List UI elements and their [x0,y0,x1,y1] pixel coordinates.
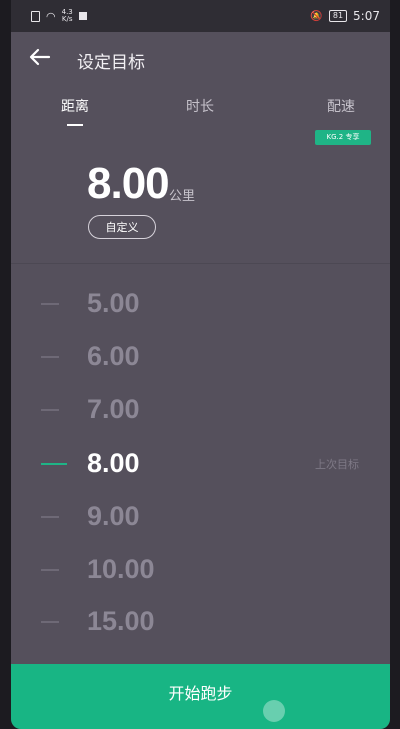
picker-item[interactable]: 7.00 [11,390,390,430]
battery-indicator: 81 [328,10,348,22]
picker-value: 7.00 [87,394,140,424]
target-unit: 公里 [169,189,196,204]
distance-picker[interactable]: 5.00 6.00 7.00 8.00 上次目标 9.00 10.00 15.0… [11,264,390,664]
picker-value: 8.00 [87,448,140,478]
picker-value: 5.00 [87,288,140,318]
picker-item[interactable]: 9.00 [11,497,390,537]
picker-tick [41,409,59,411]
network-speed: 4.3 K/s [62,9,73,23]
picker-item-selected[interactable]: 8.00 上次目标 [11,444,390,484]
picker-item[interactable]: 15.00 [11,602,390,642]
custom-button[interactable]: 自定义 [88,215,156,239]
picker-tick [41,356,59,358]
page-title: 设定目标 [77,53,145,73]
sim-card-icon [31,10,40,22]
status-bar: ◠ 4.3 K/s 🔕 81 5:07 [11,0,390,32]
clock: 5:07 [353,9,380,23]
picker-tick [41,303,59,305]
picker-value: 6.00 [87,341,140,371]
mute-icon: 🔕 [310,10,323,22]
picker-item[interactable]: 6.00 [11,337,390,377]
network-speed-unit: K/s [61,15,73,23]
picker-item[interactable]: 10.00 [11,550,390,590]
picker-item[interactable]: 5.00 [11,284,390,324]
back-button[interactable] [27,44,53,70]
last-goal-label: 上次目标 [315,458,359,471]
picker-tick [41,516,59,518]
picker-value: 9.00 [87,501,140,531]
arrow-left-icon [29,48,51,66]
picker-tick [41,569,59,571]
picker-value: 15.00 [87,606,155,636]
picker-tick [41,463,67,465]
tab-distance[interactable]: 距离 [61,96,89,116]
notification-icon [78,12,87,20]
picker-tick [41,621,59,623]
wifi-icon: ◠ [46,9,56,23]
picker-value: 10.00 [87,554,155,584]
active-tab-indicator [67,124,83,126]
tab-duration[interactable]: 时长 [186,96,214,116]
target-value: 8.00 [87,159,170,208]
tab-pace[interactable]: 配速 [327,96,355,116]
app-screen: ◠ 4.3 K/s 🔕 81 5:07 设定目标 距离 时长 配速 KG.2 专… [11,0,390,729]
kg-exclusive-badge: KG.2 专享 [315,130,371,145]
start-run-button[interactable]: 开始跑步 [11,664,390,729]
header: 设定目标 [11,32,390,90]
touch-indicator [263,700,285,722]
